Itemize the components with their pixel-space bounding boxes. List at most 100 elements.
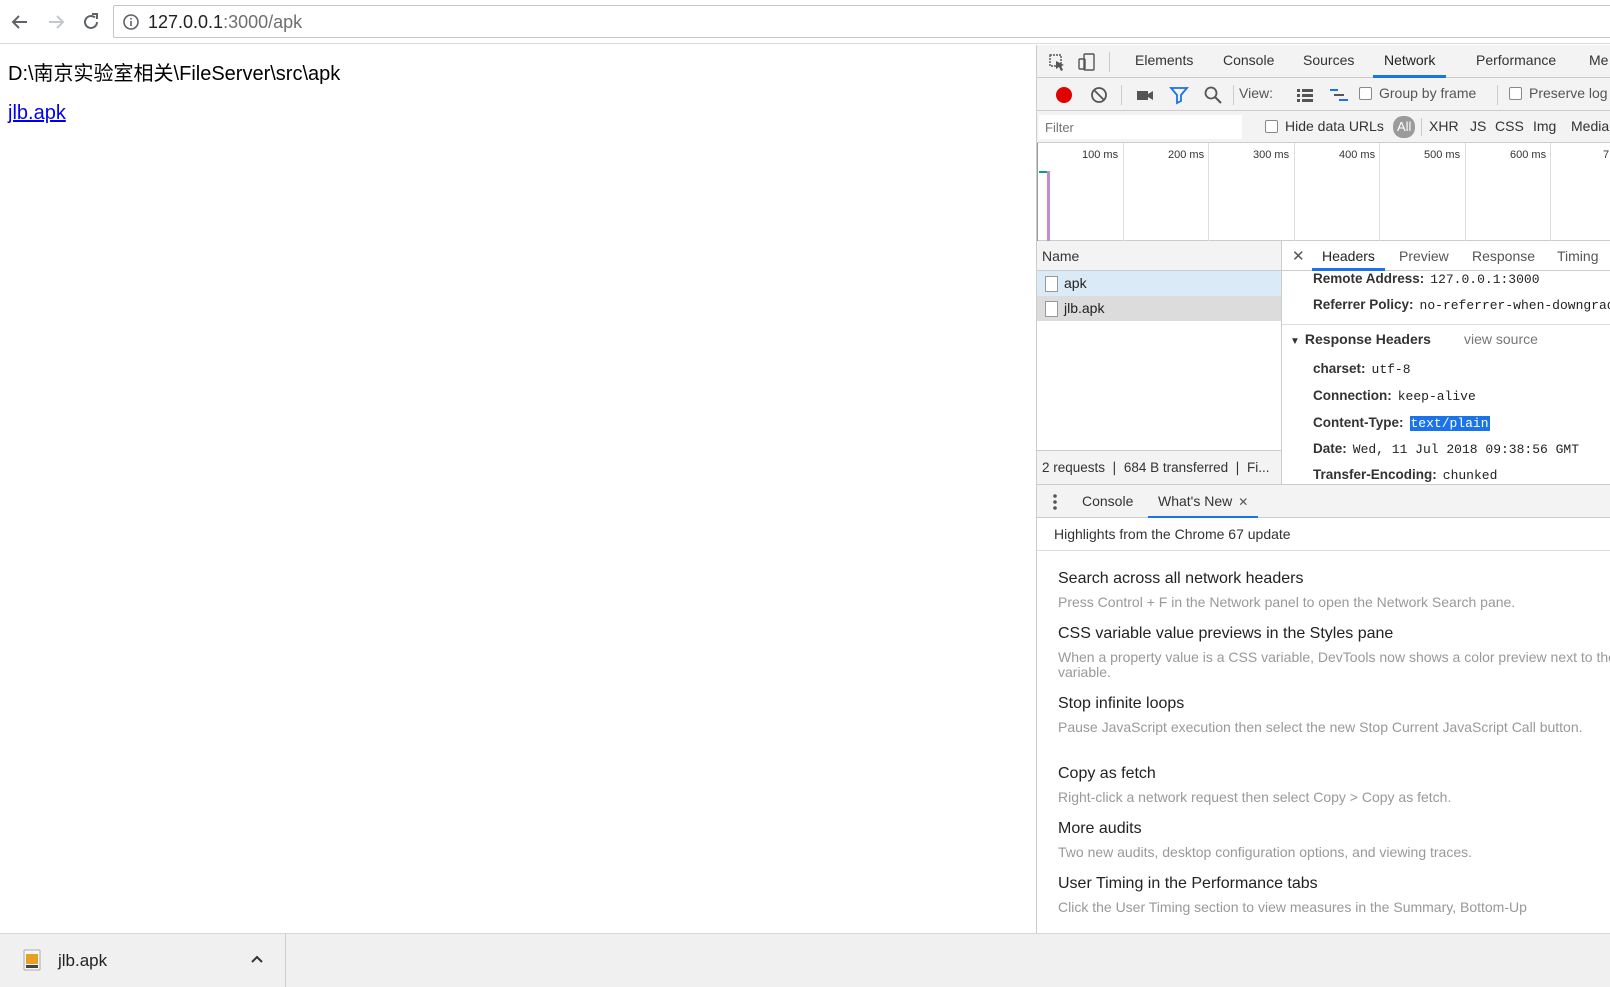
request-summary-bar: 2 requests ❘ 684 B transferred ❘ Fi... bbox=[1037, 450, 1281, 484]
forward-button[interactable] bbox=[42, 8, 70, 36]
news-item-title[interactable]: Search across all network headers bbox=[1058, 570, 1303, 588]
filter-type-js[interactable]: JS bbox=[1470, 118, 1486, 134]
header-value: 127.0.0.1:3000 bbox=[1430, 272, 1540, 287]
download-file-name: jlb.apk bbox=[58, 951, 108, 970]
timeline-tick: 400 ms bbox=[1339, 149, 1376, 161]
tab-sources[interactable]: Sources bbox=[1303, 45, 1354, 78]
arrow-left-icon bbox=[11, 15, 27, 29]
tab-console[interactable]: Console bbox=[1223, 45, 1274, 78]
header-key: Date: bbox=[1313, 441, 1347, 456]
header-content-type: Content-Type: text/plain bbox=[1313, 415, 1490, 431]
request-detail-pane: ✕ Headers Preview Response Timing Remote… bbox=[1282, 241, 1610, 484]
timeline-load-marker bbox=[1047, 171, 1050, 241]
document-icon bbox=[1045, 301, 1058, 317]
news-item-title[interactable]: Copy as fetch bbox=[1058, 765, 1156, 783]
close-icon[interactable]: ✕ bbox=[1238, 495, 1248, 509]
back-button[interactable] bbox=[6, 8, 34, 36]
device-toolbar-icon[interactable] bbox=[1077, 52, 1097, 72]
apk-file-icon bbox=[23, 949, 41, 971]
tab-preview[interactable]: Preview bbox=[1399, 241, 1449, 271]
request-list: Name apk jlb.apk 2 requests ❘ 684 B tran… bbox=[1037, 241, 1282, 484]
view-source-link[interactable]: view source bbox=[1464, 331, 1538, 347]
news-item-title[interactable]: Stop infinite loops bbox=[1058, 695, 1184, 713]
filter-type-css[interactable]: CSS bbox=[1495, 118, 1524, 134]
timeline-tick: 7 bbox=[1603, 149, 1610, 161]
devtools-tabbar: Elements Console Sources Network Perform… bbox=[1037, 45, 1610, 78]
highlights-bar: Highlights from the Chrome 67 update bbox=[1037, 518, 1610, 551]
tab-elements[interactable]: Elements bbox=[1135, 45, 1193, 78]
header-value: utf-8 bbox=[1371, 362, 1411, 377]
toolbar-divider bbox=[1121, 85, 1122, 105]
news-item-title[interactable]: User Timing in the Performance tabs bbox=[1058, 875, 1318, 893]
chevron-up-icon[interactable] bbox=[249, 951, 265, 967]
header-charset: charset: utf-8 bbox=[1313, 361, 1411, 377]
name-column-header[interactable]: Name bbox=[1042, 248, 1079, 264]
screenshot-camera-icon[interactable] bbox=[1135, 85, 1155, 105]
timeline-gridline bbox=[1550, 143, 1551, 241]
tab-response[interactable]: Response bbox=[1472, 241, 1535, 271]
header-key: Content-Type: bbox=[1313, 415, 1404, 430]
close-icon[interactable]: ✕ bbox=[1292, 247, 1305, 265]
more-options-icon[interactable] bbox=[1050, 492, 1060, 512]
news-item-desc: Right-click a network request then selec… bbox=[1058, 789, 1452, 805]
tab-headers[interactable]: Headers bbox=[1312, 241, 1385, 271]
request-name: jlb.apk bbox=[1064, 300, 1105, 316]
group-by-frame-label: Group by frame bbox=[1379, 85, 1477, 101]
header-value: no-referrer-when-downgrade bbox=[1419, 298, 1610, 313]
timeline-tick: 500 ms bbox=[1424, 149, 1461, 161]
preserve-log-checkbox[interactable] bbox=[1509, 87, 1522, 100]
download-shelf: jlb.apk bbox=[0, 933, 1610, 987]
group-by-frame-checkbox[interactable] bbox=[1359, 87, 1372, 100]
timeline-tick: 100 ms bbox=[1082, 149, 1119, 161]
download-item[interactable]: jlb.apk bbox=[0, 934, 286, 987]
header-value-selected[interactable]: text/plain bbox=[1409, 416, 1490, 431]
waterfall-overview-icon[interactable] bbox=[1329, 85, 1349, 105]
large-rows-icon[interactable] bbox=[1295, 85, 1315, 105]
filter-type-all[interactable]: All bbox=[1393, 116, 1416, 138]
filter-input[interactable] bbox=[1039, 115, 1242, 139]
header-key: Referrer Policy: bbox=[1313, 297, 1414, 312]
tab-performance[interactable]: Performance bbox=[1476, 45, 1556, 78]
filter-type-media[interactable]: Media bbox=[1571, 118, 1609, 134]
tab-timing[interactable]: Timing bbox=[1557, 241, 1599, 271]
search-icon[interactable] bbox=[1203, 85, 1223, 105]
news-item-title[interactable]: More audits bbox=[1058, 820, 1142, 838]
drawer-tab-console[interactable]: Console bbox=[1082, 485, 1133, 518]
directory-title: D:\南京实验室相关\FileServer\src\apk bbox=[8, 63, 341, 85]
header-value: keep-alive bbox=[1397, 389, 1476, 404]
drawer-tab-whats-new[interactable]: What's New ✕ bbox=[1148, 485, 1259, 518]
timeline-gridline bbox=[1379, 143, 1380, 241]
info-icon[interactable] bbox=[122, 13, 140, 31]
file-link-jlb-apk[interactable]: jlb.apk bbox=[8, 102, 66, 125]
news-item-desc: Press Control + F in the Network panel t… bbox=[1058, 594, 1516, 610]
news-item-title[interactable]: CSS variable value previews in the Style… bbox=[1058, 625, 1393, 643]
filter-type-img[interactable]: Img bbox=[1533, 118, 1556, 134]
network-timeline-overview[interactable]: 100 ms 200 ms 300 ms 400 ms 500 ms 600 m… bbox=[1037, 143, 1610, 241]
request-list-header: Name bbox=[1037, 241, 1281, 271]
url-path: :3000/apk bbox=[223, 12, 303, 32]
clear-icon[interactable] bbox=[1089, 85, 1109, 105]
news-item-desc: Click the User Timing section to view me… bbox=[1058, 899, 1527, 915]
hide-data-urls-checkbox[interactable] bbox=[1265, 120, 1278, 133]
header-date: Date: Wed, 11 Jul 2018 09:38:56 GMT bbox=[1313, 441, 1579, 457]
triangle-down-icon: ▼ bbox=[1290, 336, 1300, 347]
filter-type-xhr[interactable]: XHR bbox=[1429, 118, 1459, 134]
record-icon[interactable] bbox=[1054, 85, 1074, 105]
response-headers-toggle[interactable]: ▼ Response Headers bbox=[1290, 331, 1431, 347]
timeline-tick: 300 ms bbox=[1253, 149, 1290, 161]
timeline-gridline bbox=[1208, 143, 1209, 241]
filter-funnel-icon[interactable] bbox=[1169, 85, 1189, 105]
reload-button[interactable] bbox=[77, 8, 105, 36]
timeline-gridline bbox=[1465, 143, 1466, 241]
browser-toolbar: 127.0.0.1:3000/apk bbox=[0, 0, 1610, 44]
timeline-tick: 600 ms bbox=[1510, 149, 1547, 161]
network-filter-bar: Hide data URLs All XHR JS CSS Img Media bbox=[1037, 111, 1610, 143]
request-row-apk[interactable]: apk bbox=[1037, 271, 1281, 296]
url-host: 127.0.0.1 bbox=[148, 12, 224, 32]
tab-memory[interactable]: Me bbox=[1589, 45, 1608, 78]
inspect-element-icon[interactable] bbox=[1047, 52, 1067, 72]
address-bar[interactable]: 127.0.0.1:3000/apk bbox=[113, 5, 1610, 38]
tab-network[interactable]: Network bbox=[1373, 45, 1447, 78]
request-row-jlb-apk[interactable]: jlb.apk bbox=[1037, 296, 1281, 321]
detail-tabbar: ✕ Headers Preview Response Timing bbox=[1282, 241, 1610, 271]
